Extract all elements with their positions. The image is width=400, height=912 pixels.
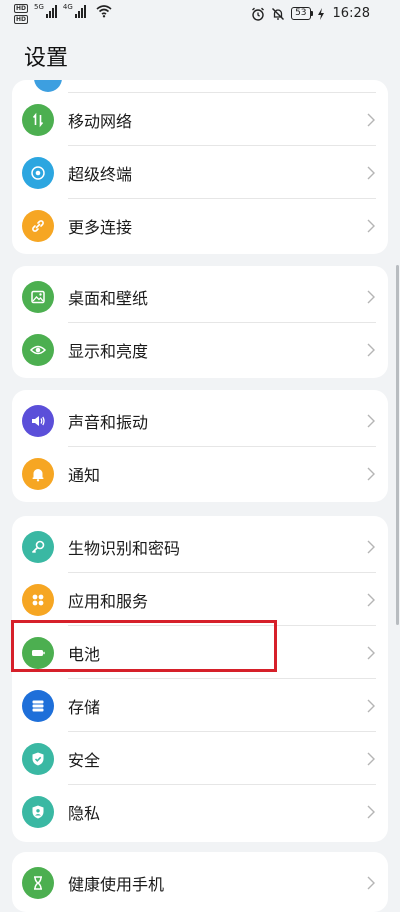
hourglass-icon: [22, 866, 54, 899]
page-title: 设置: [24, 46, 69, 71]
settings-group-display: 桌面和壁纸 显示和亮度: [12, 266, 388, 378]
status-left: HD HD 5G 4G: [14, 4, 112, 24]
settings-item-apps[interactable]: 应用和服务: [12, 573, 388, 626]
hidden-item-icon: [34, 80, 62, 92]
settings-item-label: 应用和服务: [68, 591, 149, 611]
storage-icon: [22, 689, 54, 722]
settings-item-label: 超级终端: [68, 164, 133, 184]
chevron-right-icon: [367, 414, 375, 427]
settings-item-digital-balance[interactable]: 健康使用手机: [12, 856, 388, 909]
settings-item-label: 桌面和壁纸: [68, 288, 149, 308]
settings-item-label: 健康使用手机: [68, 874, 165, 894]
chevron-right-icon: [367, 343, 375, 356]
chevron-right-icon: [367, 540, 375, 553]
wifi-icon: [96, 5, 112, 18]
signal-2-label: 4G: [62, 3, 73, 11]
bell-icon: [22, 457, 54, 490]
settings-item-wallpaper[interactable]: 桌面和壁纸: [12, 270, 388, 323]
settings-item-sound[interactable]: 声音和振动: [12, 394, 388, 447]
settings-item-label: 显示和亮度: [68, 341, 149, 361]
settings-item-security[interactable]: 安全: [12, 732, 388, 785]
signal-2-icon: 4G: [63, 4, 86, 18]
settings-item-more-connections[interactable]: 更多连接: [12, 199, 388, 252]
settings-group-system: 生物识别和密码 应用和服务 电池 存储 安全 隐私: [12, 516, 388, 842]
settings-item-label: 更多连接: [68, 217, 133, 237]
settings-item-super-device[interactable]: 超级终端: [12, 146, 388, 199]
privacy-icon: [22, 795, 54, 828]
status-time: 16:28: [332, 6, 370, 21]
chevron-right-icon: [367, 805, 375, 818]
speaker-icon: [22, 404, 54, 437]
settings-item-label: 生物识别和密码: [68, 538, 181, 558]
chevron-right-icon: [367, 646, 375, 659]
chevron-right-icon: [367, 467, 375, 480]
chevron-right-icon: [367, 113, 375, 126]
settings-item-label: 移动网络: [68, 111, 133, 131]
settings-item-label: 安全: [68, 750, 101, 770]
settings-group-sound: 声音和振动 通知: [12, 390, 388, 502]
settings-item-biometrics[interactable]: 生物识别和密码: [12, 520, 388, 573]
settings-item-label: 通知: [68, 465, 101, 485]
hd-badge-1: HD: [14, 4, 29, 13]
settings-item-label: 声音和振动: [68, 412, 149, 432]
battery-level: 53: [291, 7, 314, 20]
settings-item-notifications[interactable]: 通知: [12, 447, 388, 500]
settings-item-privacy[interactable]: 隐私: [12, 785, 388, 838]
alarm-icon: [252, 7, 265, 21]
mobile-network-icon: [22, 103, 54, 136]
chevron-right-icon: [367, 699, 375, 712]
signal-1-icon: 5G: [34, 4, 57, 18]
hd-badge-2: HD: [14, 15, 29, 24]
super-device-icon: [22, 156, 54, 189]
charging-icon: [317, 7, 324, 20]
chevron-right-icon: [367, 166, 375, 179]
apps-icon: [22, 583, 54, 616]
signal-1-label: 5G: [34, 3, 44, 11]
settings-item-label: 隐私: [68, 803, 101, 823]
hd-indicators: HD HD: [14, 4, 29, 24]
scrollbar[interactable]: [396, 265, 399, 625]
settings-item-mobile-network[interactable]: 移动网络: [12, 93, 388, 146]
highlight-box: [11, 620, 277, 672]
settings-group-connectivity: 移动网络 超级终端 更多连接: [12, 80, 388, 254]
chevron-right-icon: [367, 752, 375, 765]
status-right: 53 16:28: [251, 6, 370, 21]
chevron-right-icon: [367, 593, 375, 606]
chevron-right-icon: [367, 290, 375, 303]
mute-bell-icon: [272, 7, 285, 20]
shield-icon: [22, 742, 54, 775]
wallpaper-icon: [22, 280, 54, 313]
settings-item-display[interactable]: 显示和亮度: [12, 323, 388, 376]
key-icon: [22, 530, 54, 563]
eye-icon: [22, 333, 54, 366]
settings-item-storage[interactable]: 存储: [12, 679, 388, 732]
link-icon: [22, 209, 54, 242]
settings-group-wellbeing: 健康使用手机: [12, 852, 388, 912]
chevron-right-icon: [367, 876, 375, 889]
status-bar: HD HD 5G 4G 53 16:28: [0, 0, 400, 28]
settings-item-label: 存储: [68, 697, 101, 717]
chevron-right-icon: [367, 219, 375, 232]
